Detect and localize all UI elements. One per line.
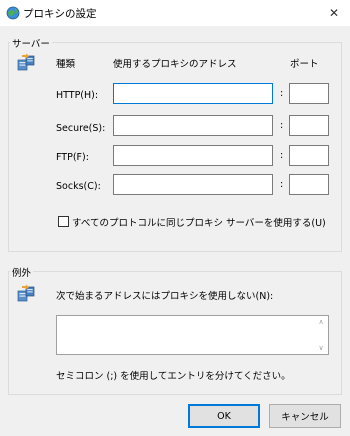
http-colon: : [280,88,284,99]
http-label: HTTP(H): [56,90,99,101]
socks-label: Socks(C): [56,181,101,192]
secure-colon: : [280,120,284,131]
cancel-button[interactable]: キャンセル [269,404,341,428]
exceptions-description: 次で始まるアドレスにはプロキシを使用しない(N): [56,291,274,302]
close-icon: ✕ [328,6,340,20]
exceptions-textarea[interactable]: ∧ ∨ [56,315,329,355]
window-title: プロキシの設定 [23,8,97,20]
close-button[interactable]: ✕ [322,2,346,24]
ok-button[interactable]: OK [188,404,260,428]
same-proxy-checkbox[interactable] [58,216,69,227]
socks-address-input[interactable] [113,174,273,195]
same-proxy-label[interactable]: すべてのプロトコルに同じプロキシ サーバーを使用する(U) [72,215,326,229]
type-column-header: 種類 [56,59,76,70]
address-column-header: 使用するプロキシのアドレス [113,59,237,70]
socks-colon: : [280,179,284,190]
exceptions-server-icon [16,283,36,303]
exceptions-textarea-value [57,316,328,320]
secure-port-input[interactable] [289,115,329,136]
exceptions-hint: セミコロン (;) を使用してエントリを分けてください。 [56,371,291,382]
port-column-header: ポート [290,59,319,70]
ftp-label: FTP(F): [56,152,89,163]
secure-label: Secure(S): [56,123,106,134]
proxy-server-icon [16,52,36,72]
exceptions-group-label: 例外 [10,265,34,279]
ftp-port-input[interactable] [289,145,329,166]
scroll-up-icon[interactable]: ∧ [316,318,326,326]
http-address-input[interactable] [113,83,273,104]
servers-group-label: サーバー [10,36,52,50]
scroll-down-icon[interactable]: ∨ [316,344,326,352]
ftp-colon: : [280,150,284,161]
http-port-input[interactable] [289,83,329,104]
network-globe-icon [6,6,20,20]
socks-port-input[interactable] [289,174,329,195]
ftp-address-input[interactable] [113,145,273,166]
secure-address-input[interactable] [113,115,273,136]
